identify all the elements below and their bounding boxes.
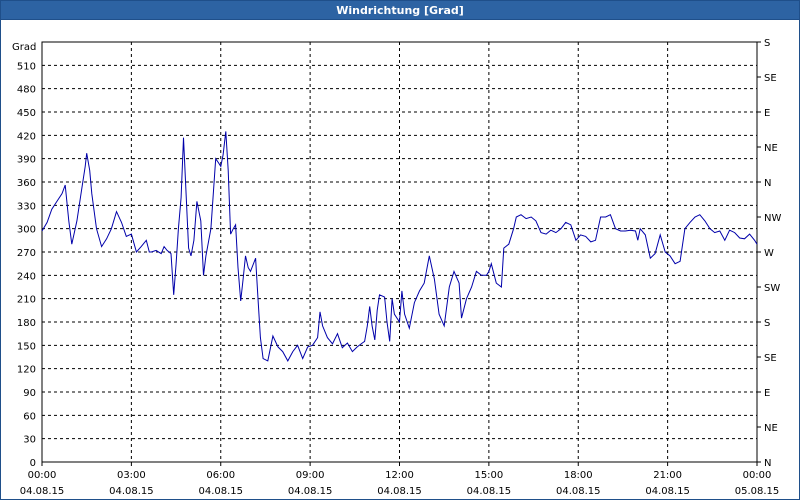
x-tick-date-label: 04.08.15 xyxy=(20,486,65,497)
y-tick-label: 90 xyxy=(23,388,36,399)
right-tick-label: E xyxy=(764,388,770,399)
right-tick-label: E xyxy=(764,108,770,119)
right-tick-label: N xyxy=(764,458,771,469)
right-tick-label: S xyxy=(764,38,770,49)
x-tick-date-label: 04.08.15 xyxy=(467,486,512,497)
x-axis-ticks: 00:00 04.08.15 03:00 04.08.15 06:00 04.08.15 0… xyxy=(20,462,780,497)
wind-direction-chart: 0 30 60 90 120 150 180 210 240 270 300 330 360 390 420… xyxy=(12,38,781,497)
right-tick-label: S xyxy=(764,318,770,329)
y-tick-label: 30 xyxy=(23,435,36,446)
y-tick-label: 390 xyxy=(17,155,36,166)
x-tick-date-label: 05.08.15 xyxy=(735,486,780,497)
x-tick-date-label: 04.08.15 xyxy=(198,486,243,497)
right-tick-label: SE xyxy=(764,353,777,364)
y-tick-label: 510 xyxy=(17,61,36,72)
right-tick-label: SE xyxy=(764,73,777,84)
x-tick-time-label: 09:00 xyxy=(296,470,325,481)
y-tick-label: 480 xyxy=(17,85,36,96)
right-axis-ticks: N NE E SE S SW W NW N NE E SE S xyxy=(757,38,781,469)
x-tick-time-label: 21:00 xyxy=(653,470,682,481)
y-tick-label: 450 xyxy=(17,108,36,119)
right-tick-label: NE xyxy=(764,423,778,434)
x-tick-time-label: 12:00 xyxy=(385,470,414,481)
x-tick-time-label: 00:00 xyxy=(28,470,57,481)
x-tick-date-label: 04.08.15 xyxy=(288,486,333,497)
y-axis-label: Grad xyxy=(12,42,36,53)
y-tick-label: 210 xyxy=(17,295,36,306)
x-tick-date-label: 04.08.15 xyxy=(556,486,601,497)
y-tick-label: 0 xyxy=(30,458,36,469)
y-tick-label: 330 xyxy=(17,201,36,212)
y-tick-label: 360 xyxy=(17,178,36,189)
y-tick-label: 420 xyxy=(17,131,36,142)
y-axis-ticks: 0 30 60 90 120 150 180 210 240 270 300 330 360 390 420… xyxy=(17,61,36,469)
right-tick-label: NE xyxy=(764,143,778,154)
right-tick-label: NW xyxy=(764,213,781,224)
x-tick-date-label: 04.08.15 xyxy=(645,486,690,497)
y-tick-label: 240 xyxy=(17,271,36,282)
y-tick-label: 120 xyxy=(17,365,36,376)
y-tick-label: 270 xyxy=(17,248,36,259)
x-tick-time-label: 00:00 xyxy=(743,470,772,481)
x-tick-date-label: 04.08.15 xyxy=(109,486,154,497)
y-tick-label: 150 xyxy=(17,341,36,352)
y-tick-label: 60 xyxy=(23,411,36,422)
y-tick-label: 300 xyxy=(17,225,36,236)
x-tick-date-label: 04.08.15 xyxy=(377,486,422,497)
right-tick-label: SW xyxy=(764,283,780,294)
right-tick-label: N xyxy=(764,178,771,189)
x-tick-time-label: 15:00 xyxy=(474,470,503,481)
x-tick-time-label: 06:00 xyxy=(206,470,235,481)
x-tick-time-label: 03:00 xyxy=(117,470,146,481)
x-tick-time-label: 18:00 xyxy=(564,470,593,481)
right-tick-label: W xyxy=(764,248,774,259)
y-tick-label: 180 xyxy=(17,318,36,329)
